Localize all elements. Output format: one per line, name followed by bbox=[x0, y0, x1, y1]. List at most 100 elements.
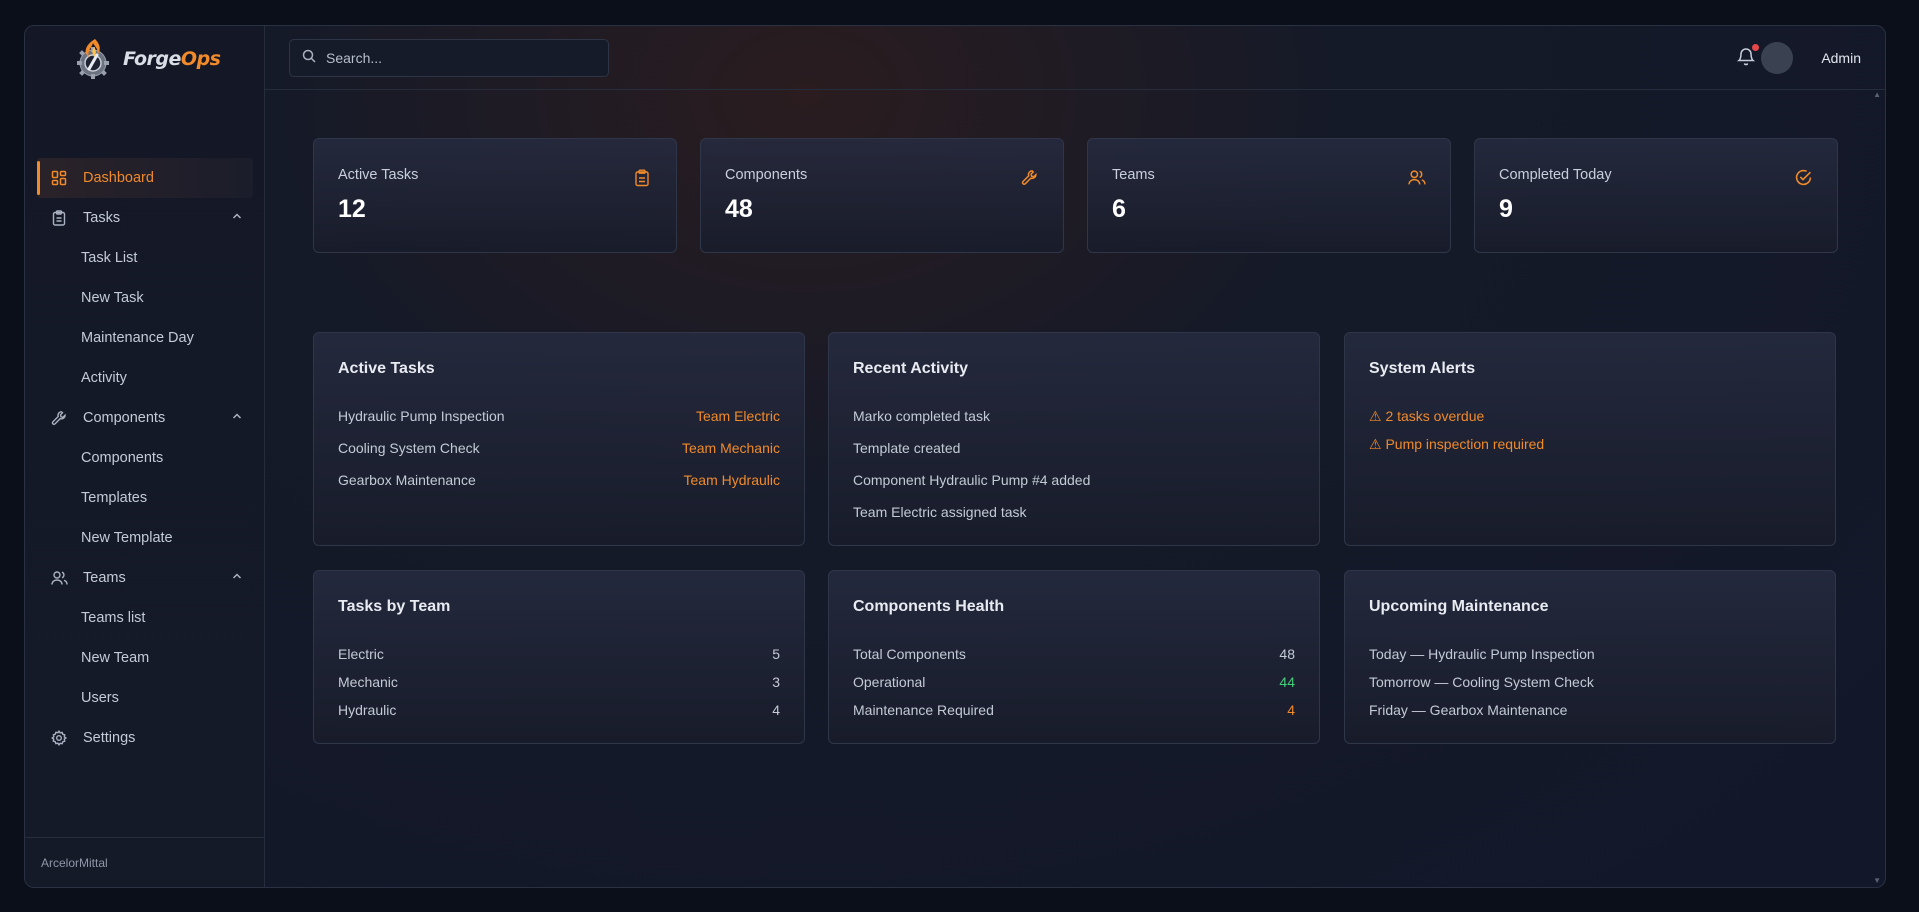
panel-title: System Alerts bbox=[1369, 360, 1476, 377]
sidebar-subitem-templates[interactable]: Templates bbox=[37, 478, 253, 518]
panel-system-alerts: System Alerts ⚠ 2 tasks overdue ⚠ Pump i… bbox=[1344, 332, 1836, 546]
sidebar-item-dashboard[interactable]: Dashboard bbox=[37, 158, 253, 198]
wrench-icon bbox=[49, 408, 69, 428]
chevron-up-icon[interactable] bbox=[231, 410, 243, 426]
sidebar-subitem-new-template[interactable]: New Template bbox=[37, 518, 253, 558]
dashboard-icon bbox=[49, 168, 69, 188]
stat-value: 6 bbox=[1112, 195, 1126, 223]
panel-title: Recent Activity bbox=[853, 360, 968, 377]
team-name: Hydraulic bbox=[338, 702, 397, 718]
sidebar-item-components[interactable]: Components bbox=[37, 398, 253, 438]
clipboard-icon bbox=[49, 208, 69, 228]
health-value: 48 bbox=[1279, 646, 1295, 662]
table-row: Hydraulic 4 bbox=[338, 699, 780, 721]
sidebar-subitem-teams-list[interactable]: Teams list bbox=[37, 598, 253, 638]
user-name[interactable]: Admin bbox=[1821, 50, 1861, 66]
sidebar-nav: Dashboard Tasks Task List New Task Maint… bbox=[37, 158, 253, 758]
panel-upcoming-maintenance: Upcoming Maintenance Today — Hydraulic P… bbox=[1344, 570, 1836, 744]
task-team: Team Hydraulic bbox=[683, 472, 780, 488]
chevron-up-icon[interactable] bbox=[231, 210, 243, 226]
sidebar-item-label: Tasks bbox=[83, 210, 121, 226]
sidebar-subitem-users[interactable]: Users bbox=[37, 678, 253, 718]
health-value: 44 bbox=[1279, 674, 1295, 690]
stat-value: 12 bbox=[338, 195, 366, 223]
panel-title: Active Tasks bbox=[338, 360, 435, 377]
sidebar-item-label: Teams bbox=[83, 570, 126, 586]
app-frame: ForgeOps Dashboard Tasks Task List New T… bbox=[24, 25, 1886, 888]
logo[interactable]: ForgeOps bbox=[71, 34, 221, 84]
sidebar-item-tasks[interactable]: Tasks bbox=[37, 198, 253, 238]
list-item: Today — Hydraulic Pump Inspection bbox=[1369, 646, 1595, 662]
sidebar-subitem-task-list[interactable]: Task List bbox=[37, 238, 253, 278]
stat-label: Components bbox=[725, 167, 808, 183]
check-circle-icon bbox=[1795, 169, 1813, 187]
search-icon bbox=[302, 49, 316, 68]
gear-icon bbox=[49, 728, 69, 748]
panel-active-tasks: Active Tasks Hydraulic Pump Inspection T… bbox=[313, 332, 805, 546]
alert-item[interactable]: ⚠ 2 tasks overdue bbox=[1369, 405, 1811, 427]
list-item: Tomorrow — Cooling System Check bbox=[1369, 674, 1594, 690]
panel-components-health: Components Health Total Components 48 Op… bbox=[828, 570, 1320, 744]
table-row: Operational 44 bbox=[853, 671, 1295, 693]
panel-tasks-by-team: Tasks by Team Electric 5 Mechanic 3 Hydr… bbox=[313, 570, 805, 744]
table-row[interactable]: Hydraulic Pump Inspection Team Electric bbox=[338, 405, 780, 427]
panel-recent-activity: Recent Activity Marko completed task Tem… bbox=[828, 332, 1320, 546]
sidebar-subitem-new-team[interactable]: New Team bbox=[37, 638, 253, 678]
table-row: Mechanic 3 bbox=[338, 671, 780, 693]
sidebar-item-teams[interactable]: Teams bbox=[37, 558, 253, 598]
clipboard-icon bbox=[634, 169, 652, 187]
sidebar-item-label: Settings bbox=[83, 730, 136, 746]
task-name: Cooling System Check bbox=[338, 440, 480, 456]
sidebar-subitem-maintenance-day[interactable]: Maintenance Day bbox=[37, 318, 253, 358]
table-row: Total Components 48 bbox=[853, 643, 1295, 665]
stat-card-teams: Teams 6 bbox=[1087, 138, 1451, 253]
logo-text: ForgeOps bbox=[123, 48, 221, 70]
sidebar-item-label: Dashboard bbox=[83, 170, 154, 186]
health-label: Operational bbox=[853, 674, 926, 690]
health-value: 4 bbox=[1287, 702, 1295, 718]
task-team: Team Mechanic bbox=[681, 440, 780, 456]
stat-card-components: Components 48 bbox=[700, 138, 1064, 253]
scrollbar-down-arrow[interactable]: ▼ bbox=[1873, 876, 1881, 885]
task-name: Hydraulic Pump Inspection bbox=[338, 408, 505, 424]
list-item: Component Hydraulic Pump #4 added bbox=[853, 472, 1091, 488]
notifications-button[interactable] bbox=[1736, 44, 1759, 68]
stat-card-active-tasks: Active Tasks 12 bbox=[313, 138, 677, 253]
sidebar: ForgeOps Dashboard Tasks Task List New T… bbox=[25, 26, 265, 887]
team-name: Mechanic bbox=[338, 674, 398, 690]
task-team: Team Electric bbox=[695, 408, 780, 424]
team-count: 3 bbox=[772, 674, 780, 690]
list-item: Team Electric assigned task bbox=[853, 504, 1027, 520]
team-name: Electric bbox=[338, 646, 384, 662]
team-count: 5 bbox=[772, 646, 780, 662]
users-icon bbox=[1408, 169, 1426, 187]
sidebar-subitem-new-task[interactable]: New Task bbox=[37, 278, 253, 318]
search-input[interactable] bbox=[326, 50, 586, 66]
alert-item[interactable]: ⚠ Pump inspection required bbox=[1369, 433, 1811, 455]
chevron-up-icon[interactable] bbox=[231, 570, 243, 586]
sidebar-item-label: Components bbox=[83, 410, 166, 426]
notification-dot bbox=[1752, 44, 1759, 51]
table-row[interactable]: Cooling System Check Team Mechanic bbox=[338, 437, 780, 459]
stat-label: Active Tasks bbox=[338, 167, 419, 183]
stat-label: Completed Today bbox=[1499, 167, 1612, 183]
avatar[interactable] bbox=[1761, 42, 1793, 74]
sidebar-item-settings[interactable]: Settings bbox=[37, 718, 253, 758]
wrench-icon bbox=[1021, 169, 1039, 187]
sidebar-subitem-activity[interactable]: Activity bbox=[37, 358, 253, 398]
table-row: Maintenance Required 4 bbox=[853, 699, 1295, 721]
sidebar-subitem-components[interactable]: Components bbox=[37, 438, 253, 478]
team-count: 4 bbox=[772, 702, 780, 718]
table-row: Electric 5 bbox=[338, 643, 780, 665]
scrollbar-up-arrow[interactable]: ▲ bbox=[1873, 90, 1881, 99]
health-label: Maintenance Required bbox=[853, 702, 994, 718]
search-box[interactable] bbox=[289, 39, 609, 77]
task-name: Gearbox Maintenance bbox=[338, 472, 476, 488]
topbar: Admin bbox=[265, 26, 1885, 90]
table-row[interactable]: Gearbox Maintenance Team Hydraulic bbox=[338, 469, 780, 491]
panel-title: Tasks by Team bbox=[338, 598, 451, 615]
panel-title: Components Health bbox=[853, 598, 1005, 615]
company-name: ArcelorMittal bbox=[25, 837, 264, 887]
stat-value: 48 bbox=[725, 195, 753, 223]
stat-card-completed-today: Completed Today 9 bbox=[1474, 138, 1838, 253]
